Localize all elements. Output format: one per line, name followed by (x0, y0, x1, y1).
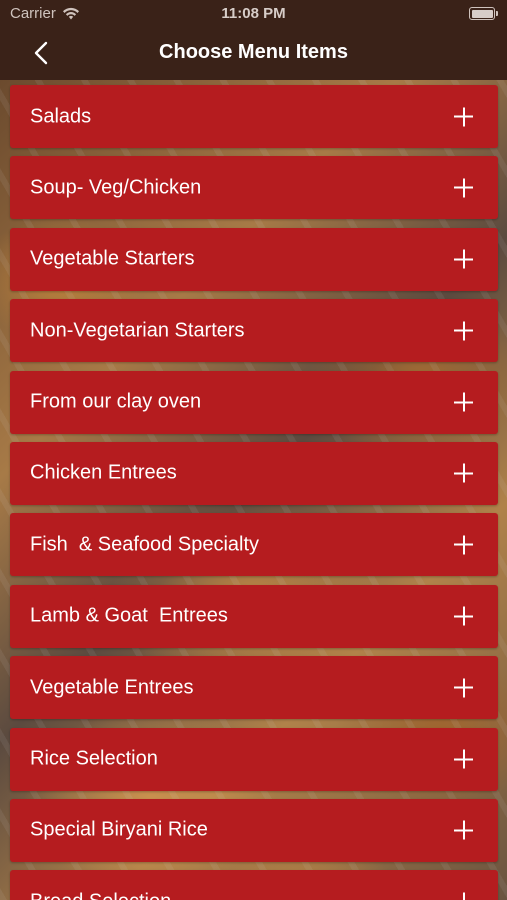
status-bar: Carrier 11:08 PM (0, 0, 507, 28)
battery-level (471, 9, 493, 18)
status-time: 11:08 PM (221, 5, 286, 22)
menu-category-rice-selection[interactable]: Rice Selection (10, 727, 498, 791)
plus-icon[interactable] (454, 606, 473, 626)
menu-category-salads[interactable]: Salads (10, 85, 498, 148)
menu-category-list: Salads Soup- Veg/Chicken Vegetable Start… (10, 85, 498, 900)
menu-category-clay-oven[interactable]: From our clay oven (10, 370, 498, 434)
menu-category-label: Salads (30, 105, 92, 127)
menu-category-label: Vegetable Starters (30, 247, 195, 270)
battery-icon (469, 7, 498, 20)
menu-category-label: From our clay oven (30, 390, 202, 413)
menu-category-non-veg-starters[interactable]: Non-Vegetarian Starters (10, 299, 498, 363)
navigation-bar: Choose Menu Items (0, 28, 507, 80)
plus-icon[interactable] (454, 463, 473, 483)
plus-icon[interactable] (454, 535, 473, 555)
menu-category-lamb-goat[interactable]: Lamb & Goat Entrees (10, 584, 498, 648)
plus-icon[interactable] (454, 392, 473, 412)
menu-category-label: Vegetable Entrees (30, 676, 194, 699)
menu-category-label: Special Biryani Rice (30, 818, 208, 841)
plus-icon[interactable] (454, 678, 473, 698)
page-title: Choose Menu Items (159, 41, 348, 63)
menu-category-label: Rice Selection (30, 747, 158, 770)
menu-category-vegetable-entrees[interactable]: Vegetable Entrees (10, 656, 498, 720)
plus-icon[interactable] (454, 249, 473, 269)
menu-category-label: Soup- Veg/Chicken (30, 176, 202, 199)
plus-icon[interactable] (454, 892, 473, 900)
menu-category-label: Lamb & Goat Entrees (30, 604, 228, 627)
plus-icon[interactable] (454, 178, 473, 198)
plus-icon[interactable] (454, 107, 473, 126)
menu-category-vegetable-starters[interactable]: Vegetable Starters (10, 227, 498, 291)
menu-category-label: Non-Vegetarian Starters (30, 319, 245, 342)
menu-category-label: Fish & Seafood Specialty (30, 533, 260, 556)
menu-category-biryani-rice[interactable]: Special Biryani Rice (10, 798, 498, 862)
menu-category-chicken-entrees[interactable]: Chicken Entrees (10, 441, 498, 505)
plus-icon[interactable] (454, 820, 473, 840)
menu-category-label: Bread Selection (30, 890, 171, 900)
plus-icon[interactable] (454, 749, 473, 769)
menu-category-soup[interactable]: Soup- Veg/Chicken (10, 156, 498, 220)
menu-category-fish-seafood[interactable]: Fish & Seafood Specialty (10, 513, 498, 577)
plus-icon[interactable] (454, 321, 473, 341)
menu-category-bread-selection[interactable]: Bread Selection (10, 870, 498, 900)
menu-category-label: Chicken Entrees (30, 461, 177, 484)
